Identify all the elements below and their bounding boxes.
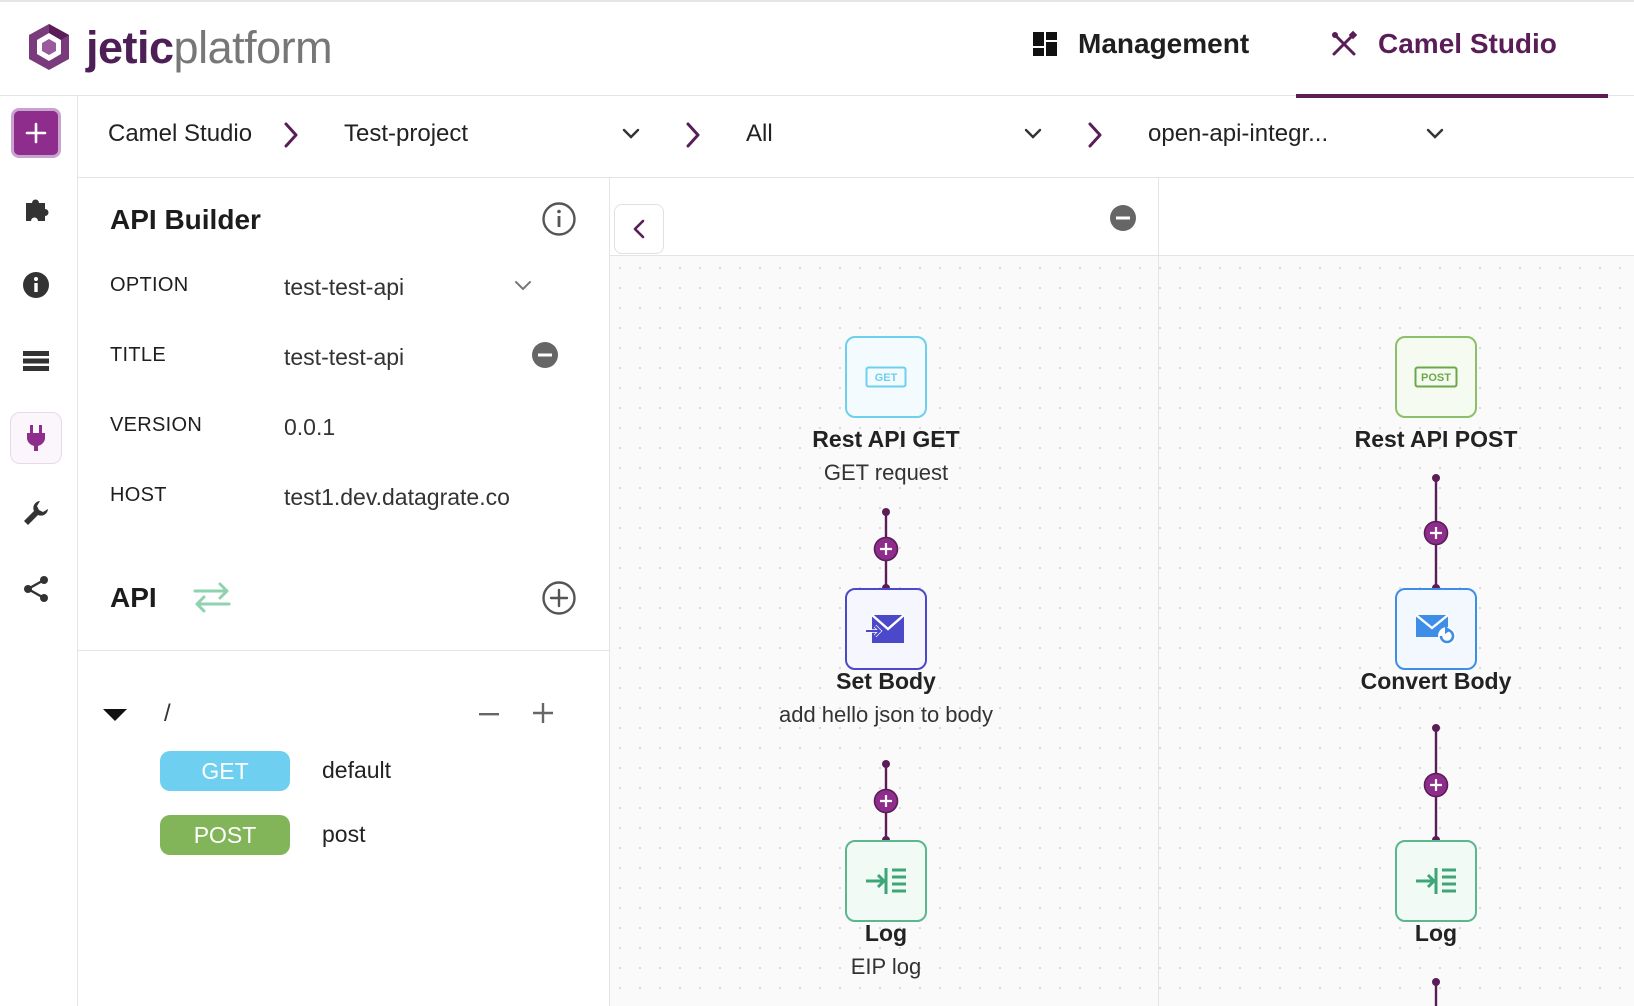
chevron-down-icon[interactable]	[1426, 128, 1444, 140]
get-method-badge[interactable]: GET	[160, 751, 290, 791]
chevron-down-icon[interactable]	[514, 280, 532, 292]
post-method-name[interactable]: post	[322, 821, 365, 848]
title-label: TITLE	[110, 344, 166, 366]
add-api-icon[interactable]	[541, 580, 577, 616]
jetic-logo[interactable]: jeticplatform	[26, 21, 333, 73]
add-step-icon[interactable]	[873, 536, 899, 562]
plug-icon	[27, 425, 45, 451]
list-icon	[23, 351, 49, 371]
rest-get-node[interactable]: GET	[845, 336, 927, 418]
add-button[interactable]	[11, 108, 61, 158]
chevron-down-icon[interactable]	[622, 128, 640, 140]
option-label: OPTION	[110, 274, 189, 296]
nav-management[interactable]: Management	[1032, 28, 1249, 60]
version-field[interactable]: 0.0.1	[284, 414, 335, 441]
path-label: /	[164, 700, 171, 727]
wrench-icon	[24, 501, 48, 525]
title-field[interactable]: test-test-api	[284, 344, 404, 371]
sidebar-item-share[interactable]	[11, 564, 61, 614]
node-subtitle: EIP log	[850, 954, 922, 979]
remove-title-icon[interactable]	[531, 341, 559, 369]
set-body-node[interactable]	[845, 588, 927, 670]
sidebar-item-api[interactable]	[10, 412, 62, 464]
nav-management-label: Management	[1078, 28, 1250, 59]
sidebar-item-info[interactable]	[11, 260, 61, 310]
node-title: Convert Body	[1360, 668, 1512, 694]
post-badge-text: POST	[1421, 372, 1451, 384]
breadcrumb-project[interactable]: Test-project	[344, 120, 468, 148]
convert-body-node[interactable]	[1395, 588, 1477, 670]
tools-icon	[1332, 30, 1358, 56]
nav-camel-studio[interactable]: Camel Studio	[1330, 28, 1557, 60]
flow-canvas[interactable]: GET Rest API GET GET request Set Body ad…	[610, 178, 1634, 1006]
collapse-path-icon[interactable]	[478, 708, 500, 720]
api-builder-panel: API Builder OPTION test-test-api TITLE t…	[78, 178, 610, 1006]
swap-arrows-icon[interactable]	[192, 580, 232, 614]
logo-bold-text: jetic	[86, 21, 174, 73]
option-select[interactable]: test-test-api	[284, 274, 404, 301]
log-icon	[1416, 868, 1456, 894]
caret-down-icon[interactable]	[102, 708, 128, 722]
host-label: HOST	[110, 484, 167, 506]
sidebar-item-list[interactable]	[11, 336, 61, 386]
panel-title: API Builder	[110, 204, 261, 235]
breadcrumb-integration[interactable]: open-api-integr...	[1148, 120, 1328, 148]
get-badge-text: GET	[875, 372, 898, 384]
node-title: Log	[1414, 920, 1458, 946]
chevron-right-icon	[686, 122, 700, 148]
share-icon	[24, 576, 48, 602]
add-step-icon[interactable]	[873, 788, 899, 814]
get-method-name[interactable]: default	[322, 757, 391, 784]
node-title: Set Body	[836, 668, 936, 694]
add-icon	[25, 122, 47, 144]
node-subtitle: add hello json to body	[778, 702, 994, 727]
api-section-title: API	[110, 582, 157, 613]
post-badge-icon: POST	[1414, 366, 1458, 388]
chevron-down-icon[interactable]	[1024, 128, 1042, 140]
node-title: Log	[864, 920, 908, 946]
breadcrumb: Camel Studio Test-project All open-api-i…	[78, 96, 1634, 178]
log-node[interactable]	[845, 840, 927, 922]
add-method-icon[interactable]	[532, 702, 554, 724]
add-step-icon[interactable]	[1423, 772, 1449, 798]
flow-connectors	[882, 474, 1440, 1006]
node-subtitle: GET request	[823, 460, 949, 485]
jetic-cube-icon	[29, 24, 69, 70]
add-step-icon[interactable]	[1423, 520, 1449, 546]
info-circle-icon[interactable]	[541, 201, 577, 237]
rest-post-node[interactable]: POST	[1395, 336, 1477, 418]
node-title: Rest API POST	[1354, 426, 1518, 452]
post-method-badge[interactable]: POST	[160, 815, 290, 855]
info-icon	[23, 272, 49, 298]
host-field[interactable]: test1.dev.datagrate.co	[284, 484, 510, 511]
log-icon	[866, 868, 906, 894]
log-node[interactable]	[1395, 840, 1477, 922]
chevron-right-icon	[284, 122, 298, 148]
nav-camel-studio-label: Camel Studio	[1378, 28, 1557, 59]
node-title: Rest API GET	[812, 426, 960, 452]
breadcrumb-filter[interactable]: All	[746, 120, 773, 148]
dashboard-icon	[1033, 32, 1057, 56]
version-label: VERSION	[110, 414, 203, 436]
section-divider	[78, 650, 610, 651]
set-body-icon	[866, 614, 905, 643]
top-bar: jeticplatform Management Camel Studio	[0, 0, 1634, 98]
sidebar-item-settings[interactable]	[11, 488, 61, 538]
chevron-right-icon	[1088, 122, 1102, 148]
sidebar-item-components[interactable]	[11, 184, 61, 234]
convert-body-icon	[1415, 614, 1456, 645]
breadcrumb-root[interactable]: Camel Studio	[108, 120, 252, 148]
left-sidebar	[0, 96, 78, 1006]
puzzle-icon	[26, 199, 49, 221]
get-badge-icon: GET	[865, 366, 907, 388]
logo-light-text: platform	[173, 21, 333, 73]
